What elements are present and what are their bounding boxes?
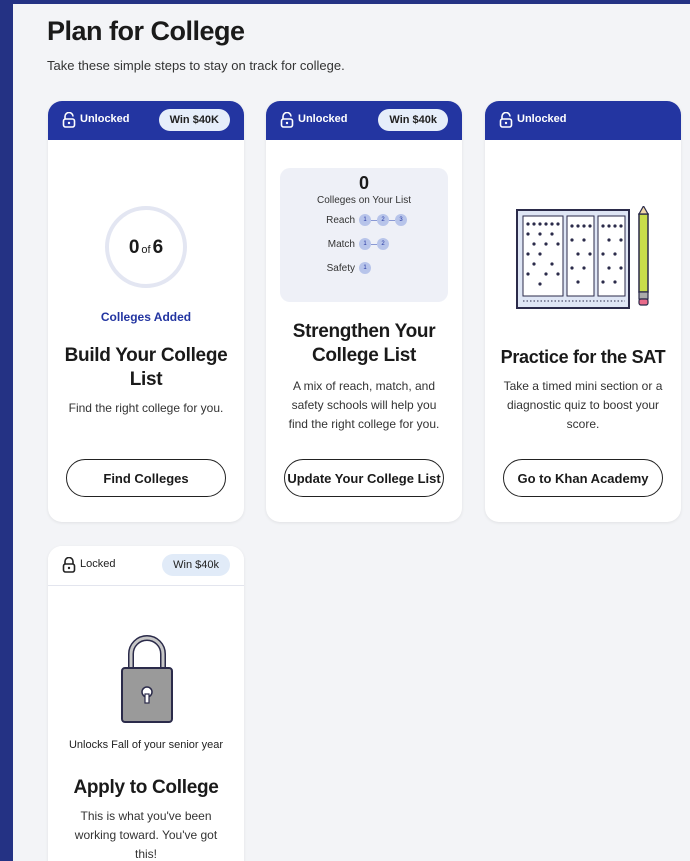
unlocked-padlock-icon xyxy=(499,112,513,128)
status-label: Unlocked xyxy=(80,113,130,125)
apply-to-college-card: Locked Win $40k Unlocks Fall of your sen… xyxy=(48,546,244,861)
plan-for-college-page: Plan for College Take these simple steps… xyxy=(13,4,690,861)
status-label: Unlocked xyxy=(517,113,567,125)
find-colleges-button[interactable]: Find Colleges xyxy=(66,459,226,497)
college-list-summary: 0 Colleges on Your List Reach 1 2 3 Match 1 2… xyxy=(280,168,448,302)
card-title: Apply to College xyxy=(73,777,219,798)
update-college-list-button[interactable]: Update Your College List xyxy=(284,459,444,497)
status-label: Unlocked xyxy=(298,113,348,125)
card-description: Find the right college for you. xyxy=(68,401,224,415)
card-header: Locked Win $40k xyxy=(48,546,244,586)
progress-count: 0 of 6 xyxy=(128,237,164,258)
build-college-list-card: Unlocked Win $40K 0 of 6 Colleges Added Bu… xyxy=(48,101,244,522)
strengthen-college-list-card: Unlocked Win $40k 0 Colleges on Your Lis… xyxy=(266,101,462,522)
padlock-illustration xyxy=(121,635,173,723)
card-header: Unlocked xyxy=(485,101,681,140)
colleges-added-label: Colleges Added xyxy=(100,310,192,324)
win-badge: Win $40K xyxy=(158,109,230,131)
win-badge: Win $40k xyxy=(162,554,230,576)
match-row: Match 1 2 xyxy=(316,238,389,254)
locked-padlock-icon xyxy=(62,557,76,573)
status-label: Locked xyxy=(80,558,116,570)
card-title: Strengthen Your College List xyxy=(292,321,436,366)
practice-sat-card: Unlocked Practice for the SAT Take a tim… xyxy=(485,101,681,522)
card-description: Take a timed mini section or a diagnosti… xyxy=(503,379,663,431)
unlocked-padlock-icon xyxy=(280,112,294,128)
safety-row: Safety 1 xyxy=(316,262,371,278)
card-title: Build Your College List xyxy=(64,345,228,390)
page-subtitle: Take these simple steps to stay on track… xyxy=(47,58,345,73)
progress-ring: 0 of 6 xyxy=(105,206,187,288)
unlocks-note: Unlocks Fall of your senior year xyxy=(68,739,224,751)
list-count-label: Colleges on Your List xyxy=(317,195,411,206)
win-badge: Win $40k xyxy=(378,109,448,131)
card-header: Unlocked Win $40K xyxy=(48,101,244,140)
page-title: Plan for College xyxy=(47,16,245,46)
unlocked-padlock-icon xyxy=(62,112,76,128)
card-title: Practice for the SAT xyxy=(500,347,666,367)
card-header: Unlocked Win $40k xyxy=(266,101,462,140)
list-count: 0 xyxy=(358,173,369,193)
card-description: This is what you've been working toward.… xyxy=(74,809,218,861)
go-to-khan-academy-button[interactable]: Go to Khan Academy xyxy=(503,459,663,497)
reach-row: Reach 1 2 3 xyxy=(316,214,407,230)
card-description: A mix of reach, match, and safety school… xyxy=(288,379,440,431)
answer-sheet-and-pencil-illustration xyxy=(516,206,650,309)
